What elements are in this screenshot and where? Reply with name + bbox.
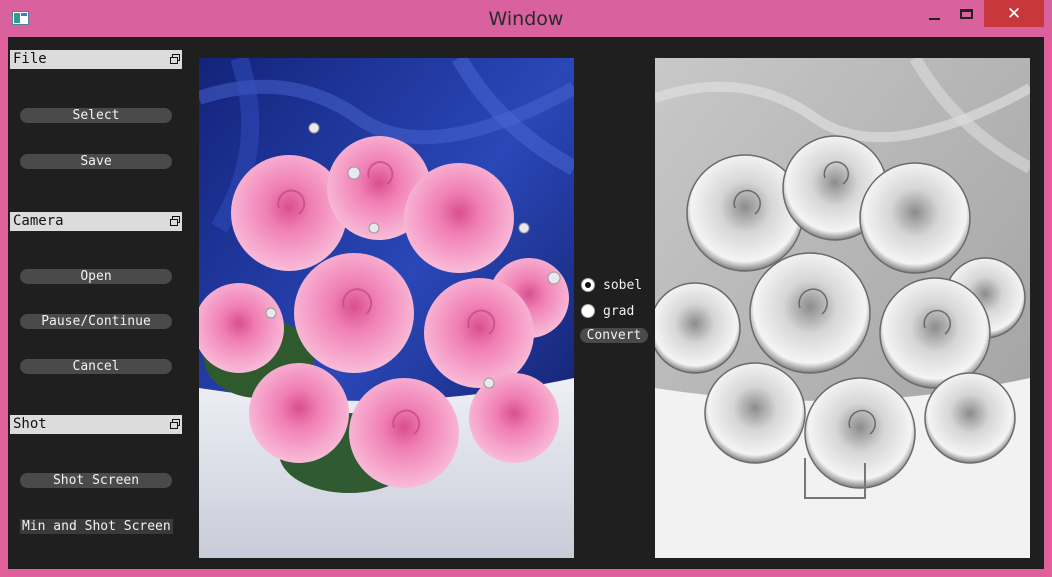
float-icon[interactable] bbox=[170, 419, 180, 429]
shot-screen-button[interactable]: Shot Screen bbox=[20, 473, 172, 488]
rose-bouquet-edge-sketch bbox=[655, 58, 1030, 558]
shot-dock-label: Shot bbox=[13, 416, 47, 432]
source-image bbox=[199, 58, 574, 558]
sobel-radio-row[interactable]: sobel bbox=[581, 276, 642, 294]
sobel-radio[interactable] bbox=[581, 278, 595, 292]
sobel-label: sobel bbox=[603, 277, 643, 293]
grad-radio[interactable] bbox=[581, 304, 595, 318]
min-and-shot-screen-label: Min and Shot Screen bbox=[20, 519, 173, 534]
camera-dock-label: Camera bbox=[13, 213, 64, 229]
float-icon[interactable] bbox=[170, 216, 180, 226]
app-window: Window ✕ File Select Save Camera Open Pa… bbox=[0, 0, 1052, 577]
window-title: Window bbox=[488, 8, 564, 30]
save-button[interactable]: Save bbox=[20, 154, 172, 169]
result-image bbox=[655, 58, 1030, 558]
minimize-icon bbox=[928, 17, 940, 20]
close-button[interactable]: ✕ bbox=[984, 0, 1044, 27]
cancel-button[interactable]: Cancel bbox=[20, 359, 172, 374]
file-dock-label: File bbox=[13, 51, 47, 67]
title-bar[interactable]: Window ✕ bbox=[0, 0, 1052, 37]
select-button[interactable]: Select bbox=[20, 108, 172, 123]
main-client-area: File Select Save Camera Open Pause/Conti… bbox=[8, 37, 1044, 569]
shot-dock-title[interactable]: Shot bbox=[10, 415, 182, 434]
min-and-shot-screen-button[interactable]: Min and Shot Screen bbox=[20, 519, 173, 534]
pause-continue-button[interactable]: Pause/Continue bbox=[20, 314, 172, 329]
file-dock-title[interactable]: File bbox=[10, 50, 182, 69]
camera-dock-title[interactable]: Camera bbox=[10, 212, 182, 231]
maximize-icon bbox=[959, 8, 973, 19]
maximize-button[interactable] bbox=[950, 0, 982, 27]
rose-bouquet-photo bbox=[199, 58, 574, 558]
minimize-button[interactable] bbox=[919, 0, 949, 27]
open-button[interactable]: Open bbox=[20, 269, 172, 284]
float-icon[interactable] bbox=[170, 54, 180, 64]
close-icon: ✕ bbox=[1006, 3, 1022, 24]
grad-label: grad bbox=[603, 303, 635, 319]
convert-button[interactable]: Convert bbox=[580, 328, 648, 343]
grad-radio-row[interactable]: grad bbox=[581, 302, 634, 320]
